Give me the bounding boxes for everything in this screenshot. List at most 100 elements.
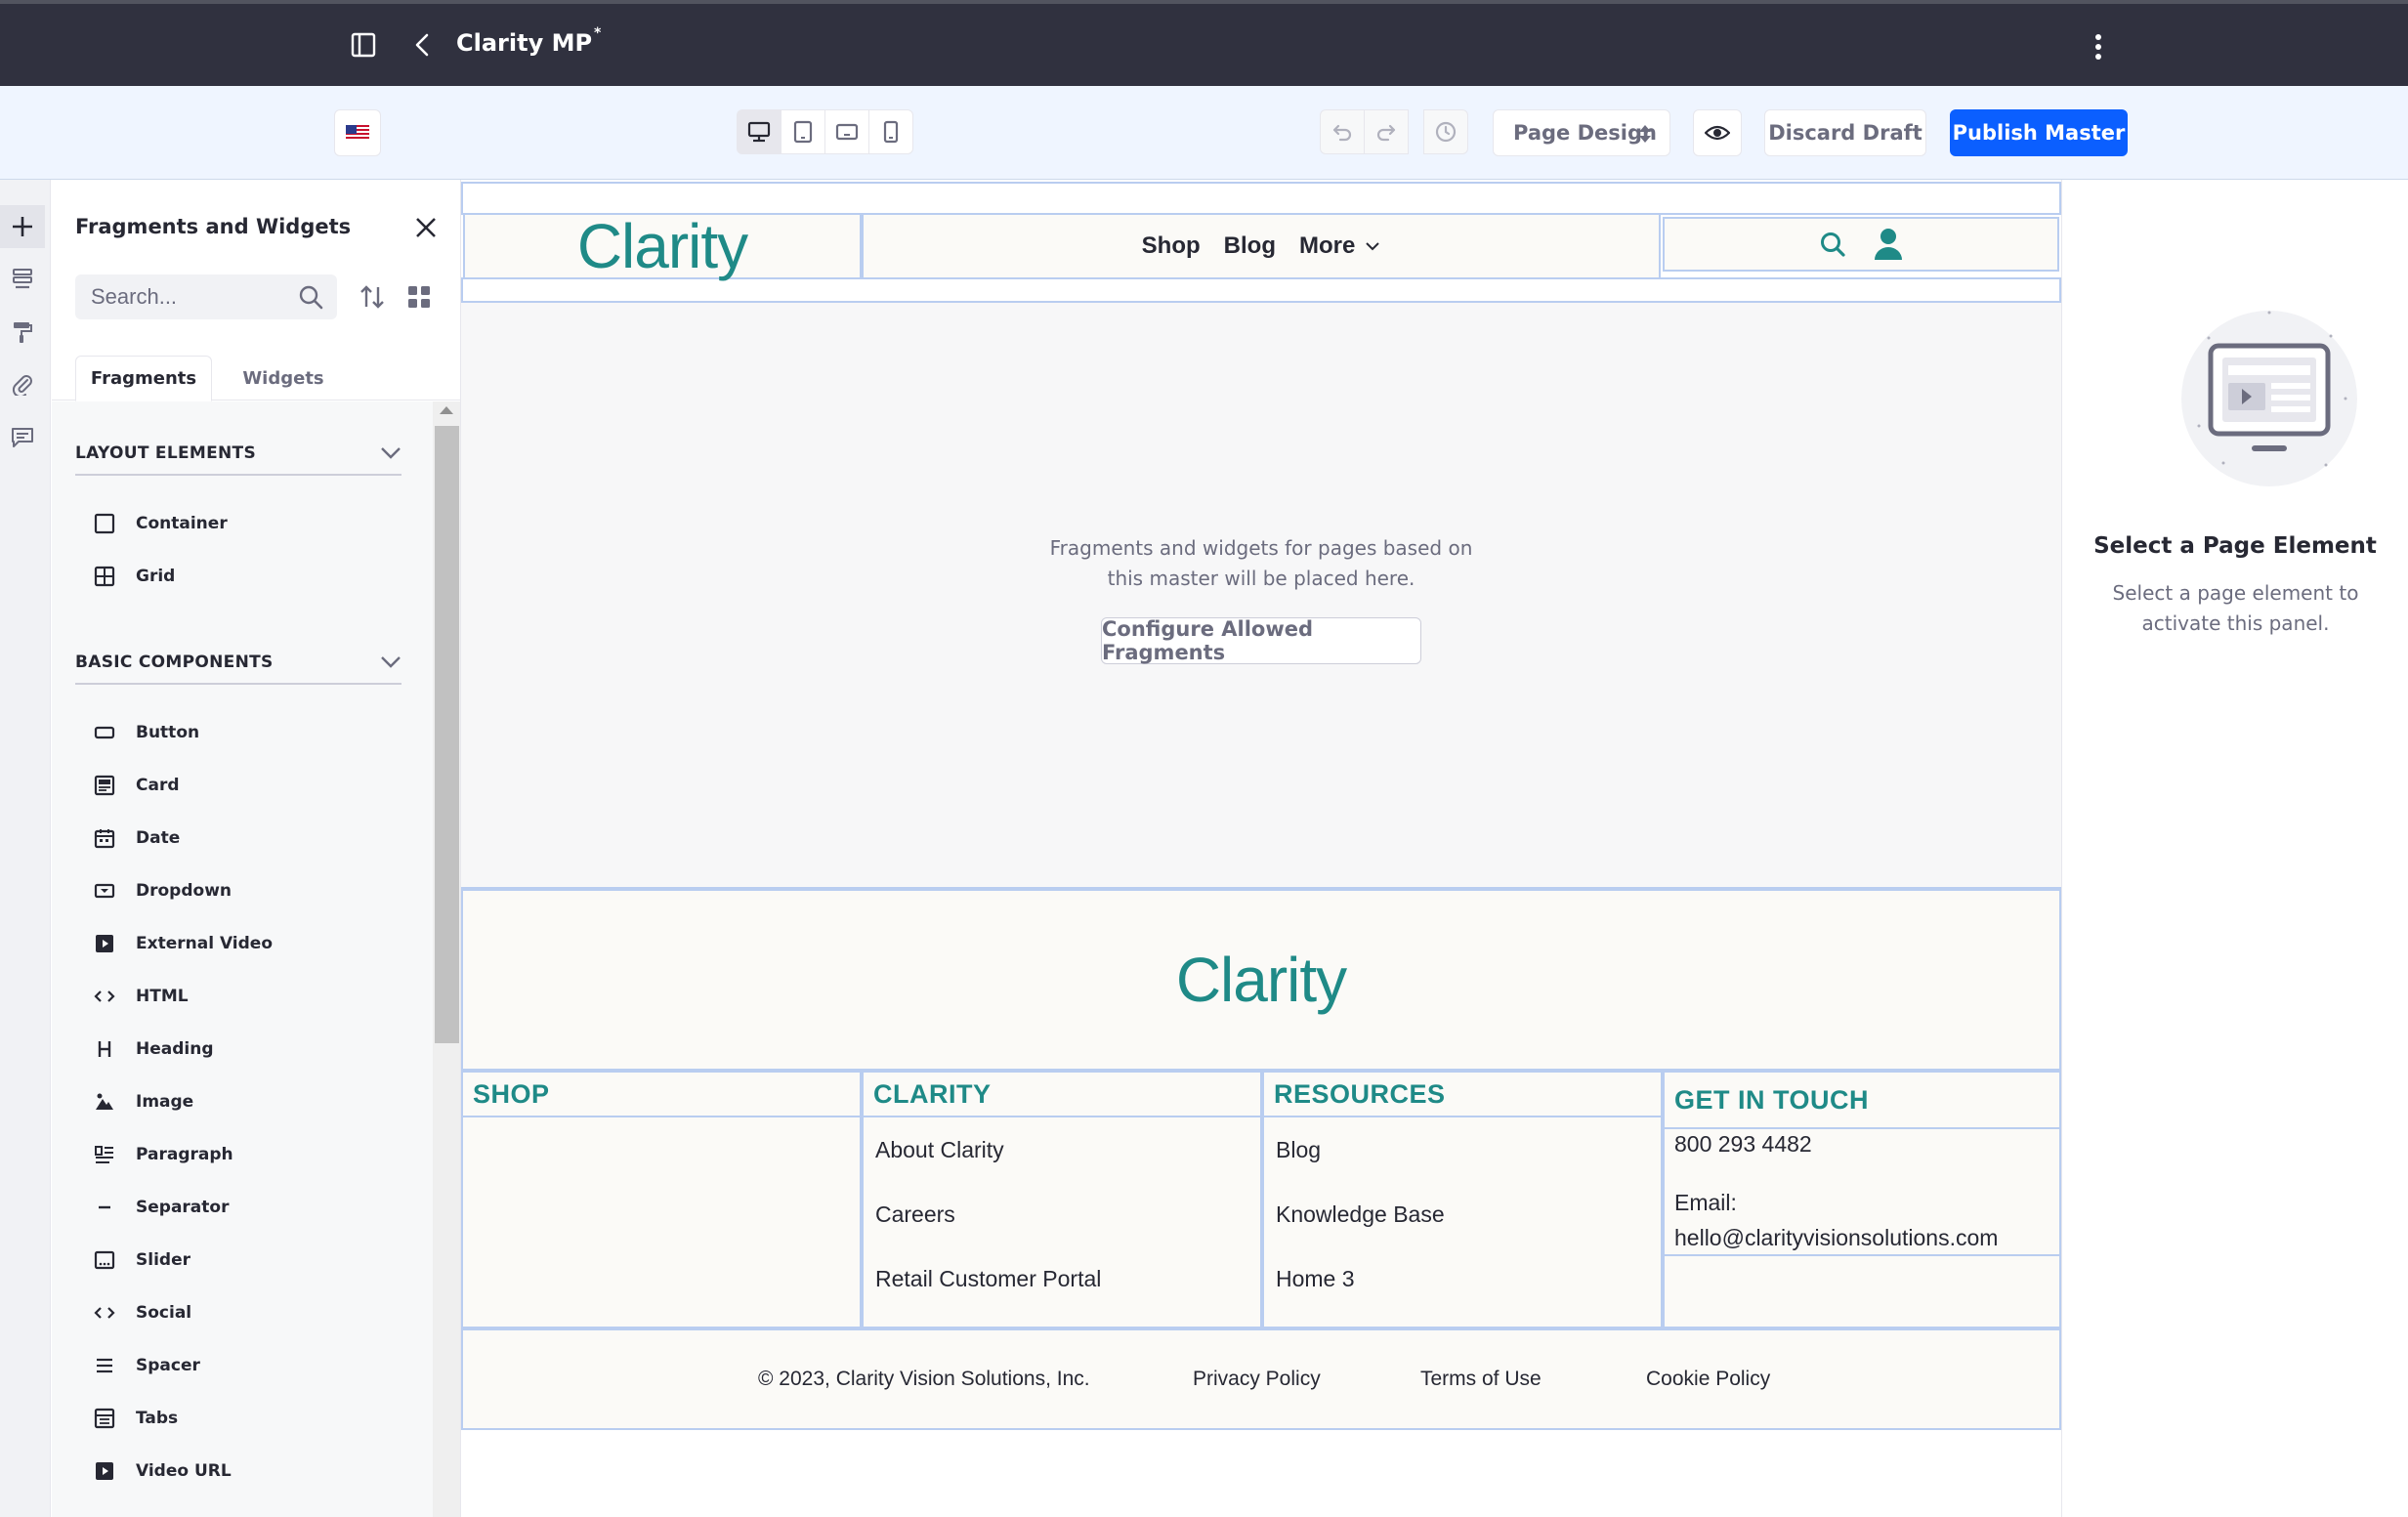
fragment-image[interactable]: Image [91, 1083, 403, 1120]
footer-column-resources[interactable]: RESOURCES Blog Knowledge Base Home 3 [1262, 1071, 1663, 1328]
cookie-policy-link[interactable]: Cookie Policy [1646, 1368, 1770, 1391]
header-search-button[interactable] [1819, 231, 1846, 258]
fragment-external-video[interactable]: External Video [91, 925, 403, 962]
viewport-landscape-phone-button[interactable] [824, 109, 869, 154]
options-menu-button[interactable] [2081, 29, 2116, 64]
history-button[interactable] [1423, 109, 1468, 154]
fragment-slider[interactable]: Slider [91, 1242, 403, 1279]
privacy-policy-link[interactable]: Privacy Policy [1193, 1368, 1321, 1391]
fragment-dropdown[interactable]: Dropdown [91, 872, 403, 909]
header-user-button[interactable] [1874, 228, 1903, 261]
header-nav-cell[interactable]: Shop Blog More [862, 213, 1661, 279]
comments-icon [12, 428, 33, 447]
header-logo[interactable]: Clarity [577, 210, 748, 282]
footer-link-about-clarity[interactable]: About Clarity [875, 1137, 1004, 1163]
discard-draft-button[interactable]: Discard Draft [1764, 109, 1926, 156]
nav-shop-link[interactable]: Shop [1142, 232, 1201, 260]
toggle-sidebar-button[interactable] [346, 27, 381, 63]
language-selector-button[interactable] [334, 109, 381, 156]
rail-fragments-widgets-button[interactable] [0, 205, 45, 248]
paperclip-icon [12, 375, 32, 396]
fragment-label: Container [136, 514, 228, 533]
calendar-icon [91, 824, 118, 852]
footer-link-home-3[interactable]: Home 3 [1276, 1266, 1355, 1292]
rail-page-design-button[interactable] [0, 311, 45, 354]
display-style-button[interactable] [400, 277, 439, 316]
fragment-card[interactable]: Card [91, 767, 403, 804]
paint-roller-icon [14, 322, 32, 343]
publish-master-label: Publish Master [1952, 121, 2126, 145]
search-input[interactable] [91, 284, 286, 310]
search-submit-button[interactable] [298, 284, 323, 310]
fragment-tabs[interactable]: Tabs [91, 1400, 403, 1437]
fragment-paragraph[interactable]: Paragraph [91, 1136, 403, 1173]
undo-button[interactable] [1320, 109, 1365, 154]
nav-more-dropdown[interactable]: More [1299, 232, 1380, 260]
fragment-spacer[interactable]: Spacer [91, 1347, 403, 1384]
category-basic-components[interactable]: BASIC COMPONENTS [75, 642, 401, 685]
drop-zone[interactable]: Fragments and widgets for pages based on… [461, 301, 2061, 889]
viewport-tablet-button[interactable] [781, 109, 825, 154]
preview-button[interactable] [1693, 109, 1742, 156]
discard-draft-label: Discard Draft [1768, 121, 1922, 145]
configure-allowed-fragments-button[interactable]: Configure Allowed Fragments [1101, 617, 1421, 664]
grid-icon [91, 563, 118, 590]
editor-toolbar: Page Design Discard Draft Publish Master [0, 86, 2408, 180]
desktop-icon [747, 121, 771, 143]
fragment-button[interactable]: Button [91, 714, 403, 751]
category-layout-elements[interactable]: LAYOUT ELEMENTS [75, 433, 401, 476]
fragment-date[interactable]: Date [91, 820, 403, 857]
footer-link-knowledge-base[interactable]: Knowledge Base [1276, 1201, 1445, 1228]
footer-column-clarity[interactable]: CLARITY About Clarity Careers Retail Cus… [862, 1071, 1262, 1328]
close-panel-button[interactable] [409, 211, 443, 244]
footer-logo-section[interactable]: Clarity [461, 889, 2061, 1071]
footer-contact-box[interactable]: 800 293 4482 Email: hello@clarityvisions… [1665, 1129, 2059, 1256]
footer-column-shop[interactable]: SHOP [461, 1071, 862, 1328]
landscape-phone-icon [835, 123, 859, 141]
fragment-container[interactable]: Container [91, 505, 403, 542]
header-actions-cell[interactable] [1663, 217, 2059, 272]
rail-comments-button[interactable] [0, 416, 45, 459]
footer-contact-heading: GET IN TOUCH [1665, 1073, 2059, 1129]
dropdown-icon [91, 877, 118, 905]
footer-link-retail-portal[interactable]: Retail Customer Portal [875, 1266, 1101, 1292]
fragment-heading[interactable]: Heading [91, 1031, 403, 1068]
back-button[interactable] [406, 27, 438, 63]
fragment-social[interactable]: Social [91, 1294, 403, 1331]
tab-widgets[interactable]: Widgets [220, 356, 347, 400]
nav-blog-link[interactable]: Blog [1224, 232, 1276, 260]
fragment-label: Paragraph [136, 1145, 233, 1164]
footer-logo[interactable]: Clarity [1176, 944, 1347, 1016]
fragment-video-url[interactable]: Video URL [91, 1453, 403, 1490]
scroll-up-arrow[interactable] [440, 406, 453, 414]
fragment-separator[interactable]: Separator [91, 1189, 403, 1226]
viewport-desktop-button[interactable] [737, 109, 782, 154]
category-title: LAYOUT ELEMENTS [75, 443, 256, 463]
fragment-label: Social [136, 1303, 192, 1323]
page-structure-icon [13, 269, 32, 289]
panel-scrollbar-thumb[interactable] [435, 426, 459, 1043]
footer-link-careers[interactable]: Careers [875, 1201, 955, 1228]
footer-email[interactable]: hello@clarityvisionsolutions.com [1674, 1225, 1998, 1251]
rail-mapping-button[interactable] [0, 363, 45, 406]
history-clock-icon [1435, 121, 1457, 143]
terms-of-use-link[interactable]: Terms of Use [1420, 1368, 1542, 1391]
rail-browser-button[interactable] [0, 258, 45, 301]
fragment-label: Spacer [136, 1356, 200, 1375]
footer-shop-heading: SHOP [463, 1073, 860, 1117]
viewport-portrait-phone-button[interactable] [868, 109, 913, 154]
redo-button[interactable] [1364, 109, 1409, 154]
footer-legal-bar[interactable]: © 2023, Clarity Vision Solutions, Inc. P… [461, 1328, 2061, 1430]
sort-button[interactable] [353, 277, 392, 316]
footer-column-contact[interactable]: GET IN TOUCH 800 293 4482 Email: hello@c… [1663, 1071, 2061, 1328]
fragment-label: Video URL [136, 1461, 232, 1481]
fragment-grid[interactable]: Grid [91, 558, 403, 595]
fragment-html[interactable]: HTML [91, 978, 403, 1015]
fragment-label: Heading [136, 1039, 214, 1059]
footer-link-blog[interactable]: Blog [1276, 1137, 1321, 1163]
page-design-select[interactable]: Page Design [1493, 109, 1670, 156]
publish-master-button[interactable]: Publish Master [1950, 109, 2128, 156]
configuration-panel: Select a Page Element Select a page elem… [2061, 180, 2408, 1517]
tab-fragments[interactable]: Fragments [75, 356, 212, 401]
header-logo-cell[interactable]: Clarity [463, 210, 862, 282]
